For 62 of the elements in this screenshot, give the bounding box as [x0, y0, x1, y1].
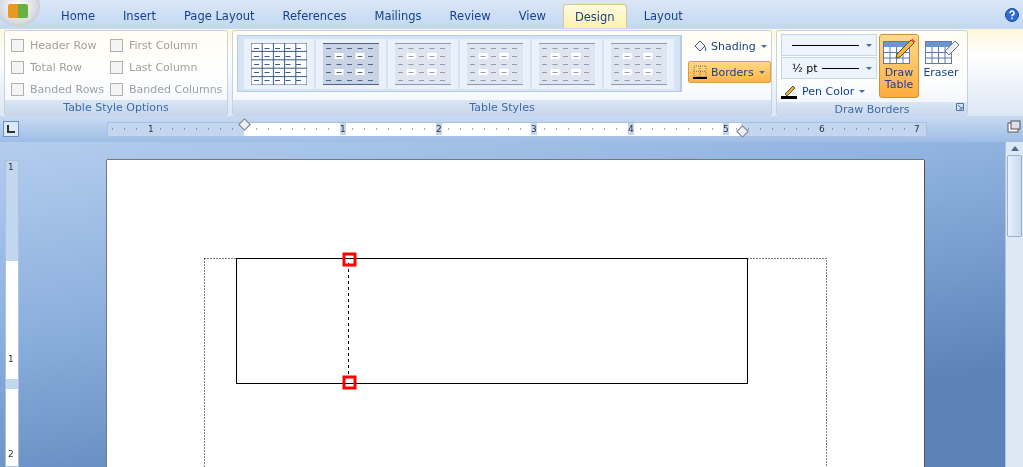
caret-icon [866, 43, 872, 47]
table-pencil-icon [881, 37, 917, 67]
caret-icon [866, 66, 872, 70]
selection-handle[interactable] [342, 252, 357, 267]
tab-selector-icon[interactable] [3, 121, 19, 137]
table-style-thumbnail[interactable] [460, 38, 530, 89]
ruler-number: 2 [436, 122, 442, 135]
pen-color-button[interactable]: Pen Color [781, 80, 877, 102]
ruler-number: 7 [914, 122, 920, 135]
table-style-thumbnail[interactable] [316, 38, 386, 89]
ribbon-tab[interactable]: Page Layout [169, 4, 269, 28]
line-weight-dropdown[interactable]: ½ pt [781, 57, 877, 79]
caret-icon [758, 70, 765, 74]
borders-button[interactable]: Borders [688, 61, 771, 83]
ruler-number: 1 [8, 162, 14, 172]
ruler-number: 4 [628, 122, 634, 135]
checkbox-label: First Column [129, 38, 198, 52]
eraser-button[interactable]: Eraser [921, 34, 961, 98]
checkbox-label: Banded Rows [30, 83, 105, 97]
ribbon-tab[interactable]: View [504, 4, 560, 28]
draw-table-button[interactable]: Draw Table [879, 34, 919, 98]
group-label: Table Styles [233, 100, 771, 115]
caret-icon [859, 89, 866, 93]
ribbon-tab[interactable]: References [268, 4, 361, 28]
indent-marker[interactable] [238, 117, 251, 131]
pencil-icon [781, 83, 799, 99]
ribbon-tab[interactable]: Layout [629, 4, 697, 28]
ribbon-tab[interactable]: Mailings [360, 4, 436, 28]
ribbon-tab[interactable]: Insert [108, 4, 170, 28]
vertical-scrollbar[interactable] [1005, 142, 1023, 467]
selection-handle[interactable] [342, 375, 357, 390]
ruler-number: 2 [8, 449, 14, 459]
table-style-thumbnail[interactable] [604, 38, 674, 89]
paint-bucket-icon [692, 38, 708, 54]
borders-icon [692, 64, 708, 80]
ruler-number: 6 [819, 122, 825, 135]
ribbon-tab[interactable]: Design [562, 4, 627, 28]
table-style-thumbnail[interactable] [388, 38, 458, 89]
ruler-number: 3 [531, 122, 537, 135]
view-ruler-icon[interactable] [1007, 120, 1021, 134]
ruler-number: 5 [723, 122, 729, 135]
horizontal-ruler[interactable]: 1 1 2 3 4 5 6 7 [107, 121, 927, 137]
vertical-ruler[interactable]: 1 1 2 [5, 160, 19, 467]
shading-button[interactable]: Shading [688, 35, 771, 57]
group-label: Table Style Options [5, 100, 227, 115]
scrollbar-thumb[interactable] [1007, 155, 1022, 237]
gallery-scrollbar[interactable] [681, 35, 682, 92]
checkbox-label: Header Row [30, 38, 97, 52]
table-style-thumbnail[interactable] [532, 38, 602, 89]
ruler-number: 1 [148, 122, 154, 135]
ribbon-tab[interactable]: Review [435, 4, 505, 28]
dialog-launcher-icon[interactable] [956, 103, 964, 111]
ruler-number: 1 [8, 354, 14, 364]
checkbox-label: Total Row [30, 60, 83, 74]
ruler-number: 1 [340, 122, 346, 135]
help-icon[interactable] [1005, 8, 1019, 22]
line-style-dropdown[interactable] [781, 34, 877, 56]
checkbox-label: Banded Columns [129, 83, 223, 97]
caret-icon [760, 44, 767, 48]
table-style-thumbnail[interactable] [244, 38, 314, 89]
checkbox-label: Last Column [129, 60, 198, 74]
ribbon-tab[interactable]: Home [47, 4, 109, 28]
